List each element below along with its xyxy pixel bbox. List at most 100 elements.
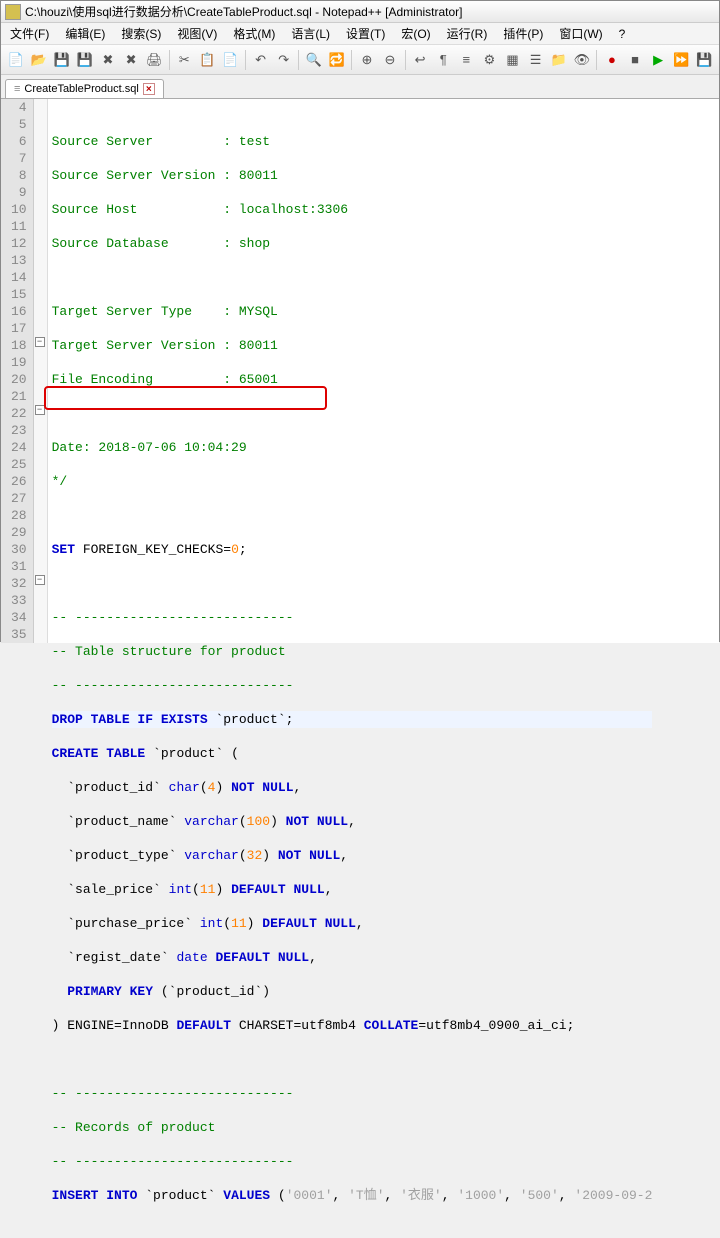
zoom-out-icon[interactable]: ⊖ (379, 49, 400, 71)
save-icon[interactable]: 💾 (51, 49, 72, 71)
menu-language[interactable]: 语言(L) (286, 23, 335, 44)
print-icon[interactable]: 🖨 (144, 49, 165, 71)
line-number: 14 (11, 269, 27, 286)
line-number: 28 (11, 507, 27, 524)
file-icon: ≡ (14, 83, 20, 95)
code-text: ; (286, 712, 294, 727)
code-type: date (176, 950, 207, 965)
menu-format[interactable]: 格式(M) (228, 23, 280, 44)
monitor-icon[interactable]: 👁 (571, 49, 592, 71)
func-list-icon[interactable]: ☰ (525, 49, 546, 71)
tab-active[interactable]: ≡ CreateTableProduct.sql × (5, 79, 164, 98)
code-text: ; (567, 1018, 575, 1033)
code-str: '衣服' (400, 1188, 442, 1203)
code-text: , (325, 882, 333, 897)
line-number: 5 (11, 116, 27, 133)
code-text: , (333, 1188, 349, 1203)
code-text: , (340, 848, 348, 863)
menu-view[interactable]: 视图(V) (172, 23, 222, 44)
ud-lang-icon[interactable]: ⚙ (479, 49, 500, 71)
code-text: `product_id` (169, 984, 263, 999)
fold-minus-icon[interactable]: − (35, 337, 45, 347)
folder-as-workspace-icon[interactable]: 📁 (548, 49, 569, 71)
indent-guide-icon[interactable]: ≡ (456, 49, 477, 71)
fold-minus-icon[interactable]: − (35, 575, 45, 585)
copy-icon[interactable]: 📋 (197, 49, 218, 71)
fold-column: − − − (34, 99, 48, 643)
menu-plugins[interactable]: 插件(P) (498, 23, 548, 44)
code-text: Source Server : test (52, 134, 270, 149)
code-text: ) (215, 780, 223, 795)
save-all-icon[interactable]: 💾 (74, 49, 95, 71)
code-content[interactable]: Source Server : test Source Server Versi… (48, 99, 653, 643)
code-kw: DEFAULT NULL (254, 916, 355, 931)
code-text: ) (247, 916, 255, 931)
code-text: , (504, 1188, 520, 1203)
cut-icon[interactable]: ✂ (174, 49, 195, 71)
menu-file[interactable]: 文件(F) (5, 23, 54, 44)
code-text: ( (231, 746, 239, 761)
editor-area[interactable]: 4567891011121314151617181920212223242526… (1, 99, 719, 643)
menu-edit[interactable]: 编辑(E) (60, 23, 110, 44)
code-text: = (293, 1018, 301, 1033)
menu-run[interactable]: 运行(R) (442, 23, 493, 44)
play-multi-icon[interactable]: ⏩ (671, 49, 692, 71)
menu-bar: 文件(F) 编辑(E) 搜索(S) 视图(V) 格式(M) 语言(L) 设置(T… (1, 23, 719, 45)
wordwrap-icon[interactable]: ↩ (410, 49, 431, 71)
menu-search[interactable]: 搜索(S) (116, 23, 166, 44)
code-text: */ (52, 474, 68, 489)
line-number-gutter: 4567891011121314151617181920212223242526… (1, 99, 34, 643)
code-num: 11 (231, 916, 247, 931)
stop-macro-icon[interactable]: ■ (624, 49, 645, 71)
toolbar-sep (596, 50, 597, 70)
code-str: 'T恤' (348, 1188, 384, 1203)
code-num: 4 (208, 780, 216, 795)
code-text: `product` (137, 1188, 223, 1203)
tab-close-icon[interactable]: × (143, 83, 155, 95)
find-icon[interactable]: 🔍 (303, 49, 324, 71)
close-icon[interactable]: ✖ (97, 49, 118, 71)
undo-icon[interactable]: ↶ (250, 49, 271, 71)
menu-window[interactable]: 窗口(W) (554, 23, 607, 44)
play-macro-icon[interactable]: ▶ (648, 49, 669, 71)
redo-icon[interactable]: ↷ (273, 49, 294, 71)
zoom-in-icon[interactable]: ⊕ (356, 49, 377, 71)
code-num: 100 (247, 814, 270, 829)
code-text: `product_name` (52, 814, 185, 829)
replace-icon[interactable]: 🔁 (326, 49, 347, 71)
line-number: 30 (11, 541, 27, 558)
code-text: `regist_date` (52, 950, 177, 965)
code-text: = (223, 542, 231, 557)
open-file-icon[interactable]: 📂 (28, 49, 49, 71)
toolbar-sep (169, 50, 170, 70)
new-file-icon[interactable]: 📄 (5, 49, 26, 71)
code-kw: NOT NULL (278, 814, 348, 829)
line-number: 9 (11, 184, 27, 201)
code-text: File Encoding : 65001 (52, 372, 278, 387)
line-number: 7 (11, 150, 27, 167)
menu-help[interactable]: ? (614, 25, 631, 43)
code-text: ; (239, 542, 247, 557)
menu-settings[interactable]: 设置(T) (341, 23, 390, 44)
show-all-chars-icon[interactable]: ¶ (433, 49, 454, 71)
code-type: int (169, 882, 192, 897)
code-text: utf8mb4 (301, 1018, 363, 1033)
fold-minus-icon[interactable]: − (35, 405, 45, 415)
code-text: Target Server Version : 80011 (52, 338, 278, 353)
code-text: ENGINE (59, 1018, 114, 1033)
code-text: `product` (208, 712, 286, 727)
doc-map-icon[interactable]: ▦ (502, 49, 523, 71)
code-text: = (418, 1018, 426, 1033)
line-number: 13 (11, 252, 27, 269)
code-text: = (114, 1018, 122, 1033)
title-bar: C:\houzi\使用sql进行数据分析\CreateTableProduct.… (1, 1, 719, 23)
code-text: ( (239, 848, 247, 863)
menu-macro[interactable]: 宏(O) (396, 23, 435, 44)
paste-icon[interactable]: 📄 (220, 49, 241, 71)
record-macro-icon[interactable]: ● (601, 49, 622, 71)
close-all-icon[interactable]: ✖ (121, 49, 142, 71)
line-number: 27 (11, 490, 27, 507)
save-macro-icon[interactable]: 💾 (694, 49, 715, 71)
line-number: 8 (11, 167, 27, 184)
code-kw: CREATE TABLE (52, 746, 146, 761)
